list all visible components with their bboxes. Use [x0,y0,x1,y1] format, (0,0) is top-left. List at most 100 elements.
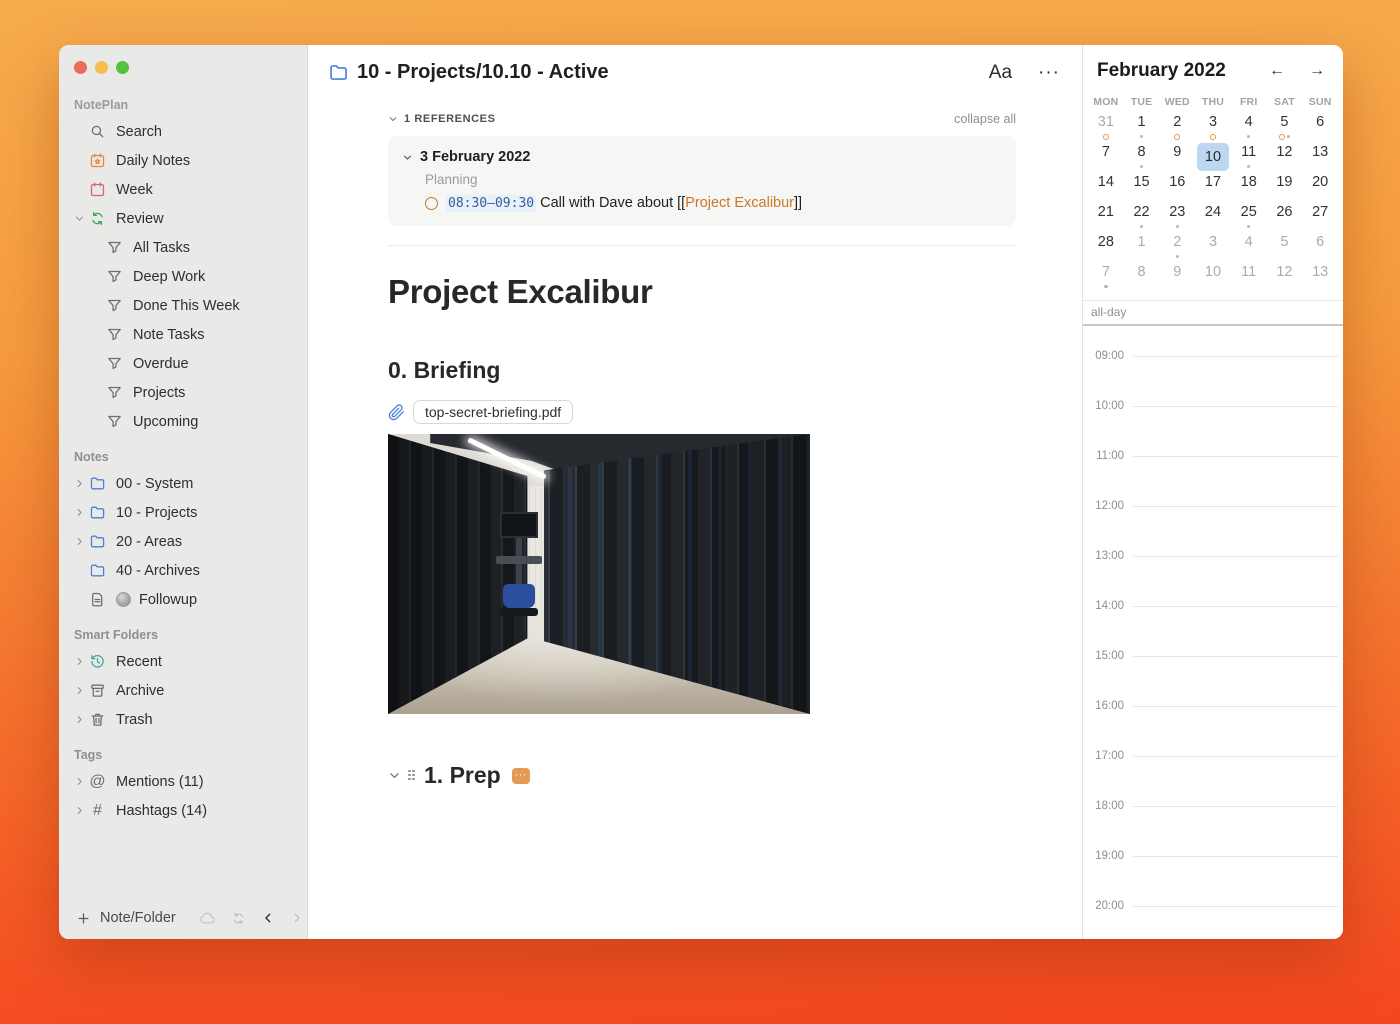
day-cell[interactable]: 3 [1195,233,1231,263]
timeline-slot[interactable]: 14:00 [1083,600,1343,656]
close-window-button[interactable] [74,61,87,74]
sidebar-item-00-system[interactable]: 00 - System [59,469,307,498]
timeline-slot[interactable]: 12:00 [1083,500,1343,556]
timeline-slot[interactable]: 17:00 [1083,750,1343,806]
server-room-image[interactable] [388,434,810,714]
zoom-window-button[interactable] [116,61,129,74]
chevron-down-icon[interactable] [388,769,401,782]
timeline-slot[interactable]: 09:00 [1083,350,1343,406]
sidebar-item-mentions[interactable]: @ Mentions (11) [59,767,307,796]
reference-date-row[interactable]: 3 February 2022 [402,149,1002,165]
day-cell[interactable]: 11 [1231,263,1267,293]
sidebar-item-20-areas[interactable]: 20 - Areas [59,527,307,556]
day-cell[interactable]: 3 [1195,113,1231,143]
day-cell[interactable]: 8 [1124,263,1160,293]
chevron-right-icon[interactable] [290,908,304,928]
day-cell[interactable]: 7 [1088,263,1124,293]
sidebar-item-daily-notes[interactable]: Daily Notes [59,146,307,175]
sidebar-item-note-tasks[interactable]: Note Tasks [59,320,307,349]
timeline-slot[interactable]: 16:00 [1083,700,1343,756]
day-cell[interactable]: 14 [1088,173,1124,203]
day-cell[interactable]: 2 [1159,113,1195,143]
prev-month-button[interactable]: ← [1269,62,1285,80]
timeline-slot[interactable]: 20:00 [1083,900,1343,939]
references-toggle[interactable]: 1 REFERENCES [388,113,496,125]
day-cell[interactable]: 27 [1302,203,1338,233]
sidebar-item-all-tasks[interactable]: All Tasks [59,233,307,262]
day-cell[interactable]: 21 [1088,203,1124,233]
wiki-link[interactable]: Project Excalibur [685,195,794,211]
day-cell[interactable]: 22 [1124,203,1160,233]
day-cell[interactable]: 7 [1088,143,1124,173]
sidebar-item-deep-work[interactable]: Deep Work [59,262,307,291]
next-month-button[interactable]: → [1309,62,1325,80]
day-cell[interactable]: 6 [1302,113,1338,143]
sidebar-item-overdue[interactable]: Overdue [59,349,307,378]
day-cell[interactable]: 8 [1124,143,1160,173]
day-cell[interactable]: 12 [1267,263,1303,293]
note-title: 10 - Projects/10.10 - Active [328,61,609,84]
day-cell[interactable]: 6 [1302,233,1338,263]
sidebar-item-archive[interactable]: Archive [59,676,307,705]
day-cell[interactable]: 11 [1231,143,1267,173]
day-cell[interactable]: 16 [1159,173,1195,203]
day-cell[interactable]: 4 [1231,113,1267,143]
sidebar-item-done-this-week[interactable]: Done This Week [59,291,307,320]
new-note-button[interactable]: Note/Folder [73,908,176,928]
all-day-row[interactable]: all-day [1083,300,1343,326]
day-cell[interactable]: 31 [1088,113,1124,143]
sidebar-item-40-archives[interactable]: 40 - Archives [59,556,307,585]
day-cell[interactable]: 28 [1088,233,1124,263]
timeline-slot[interactable]: 13:00 [1083,550,1343,606]
day-cell[interactable]: 23 [1159,203,1195,233]
drag-handle-icon[interactable] [408,769,416,782]
day-cell[interactable]: 26 [1267,203,1303,233]
timeline-slot[interactable]: 10:00 [1083,400,1343,456]
day-cell[interactable]: 4 [1231,233,1267,263]
day-cell[interactable]: 9 [1159,143,1195,173]
day-cell[interactable]: 15 [1124,173,1160,203]
day-cell[interactable]: 18 [1231,173,1267,203]
more-options-button[interactable]: ··· [1038,62,1060,84]
day-cell[interactable]: 13 [1302,263,1338,293]
minimize-window-button[interactable] [95,61,108,74]
day-cell[interactable]: 17 [1195,173,1231,203]
sidebar-item-trash[interactable]: Trash [59,705,307,734]
open-task-circle-icon[interactable] [425,196,438,210]
day-cell[interactable]: 5 [1267,233,1303,263]
day-cell[interactable]: 5 [1267,113,1303,143]
day-cell[interactable]: 2 [1159,233,1195,263]
day-cell[interactable]: 20 [1302,173,1338,203]
sidebar-item-10-projects[interactable]: 10 - Projects [59,498,307,527]
collapsed-content-badge[interactable]: ··· [511,767,530,784]
timeline-slot[interactable]: 11:00 [1083,450,1343,506]
timeline-slot[interactable]: 19:00 [1083,850,1343,906]
refresh-icon[interactable] [231,908,246,928]
day-cell[interactable]: 12 [1267,143,1303,173]
timeline-slot[interactable]: 18:00 [1083,800,1343,856]
day-cell[interactable]: 1 [1124,113,1160,143]
day-cell[interactable]: 24 [1195,203,1231,233]
sidebar-item-recent[interactable]: Recent [59,647,307,676]
sidebar-item-review[interactable]: Review [59,204,307,233]
day-cell[interactable]: 25 [1231,203,1267,233]
chevron-left-icon[interactable] [261,908,275,928]
day-cell[interactable]: 19 [1267,173,1303,203]
attachment-pill[interactable]: top-secret-briefing.pdf [413,400,574,424]
sidebar-item-upcoming[interactable]: Upcoming [59,407,307,436]
day-cell[interactable]: 9 [1159,263,1195,293]
day-cell-selected[interactable]: 10 [1195,143,1231,173]
sidebar-item-projects[interactable]: Projects [59,378,307,407]
day-cell[interactable]: 10 [1195,263,1231,293]
sidebar-item-hashtags[interactable]: # Hashtags (14) [59,796,307,825]
collapse-all-button[interactable]: collapse all [954,112,1016,126]
day-number: 4 [1244,114,1253,130]
day-cell[interactable]: 1 [1124,233,1160,263]
timeline-slot[interactable]: 15:00 [1083,650,1343,706]
day-cell[interactable]: 13 [1302,143,1338,173]
cloud-sync-icon[interactable] [198,908,216,928]
sidebar-item-search[interactable]: Search [59,117,307,146]
sidebar-item-week[interactable]: Week [59,175,307,204]
sidebar-item-followup[interactable]: Followup [59,585,307,614]
format-button[interactable]: Aa [989,62,1012,84]
